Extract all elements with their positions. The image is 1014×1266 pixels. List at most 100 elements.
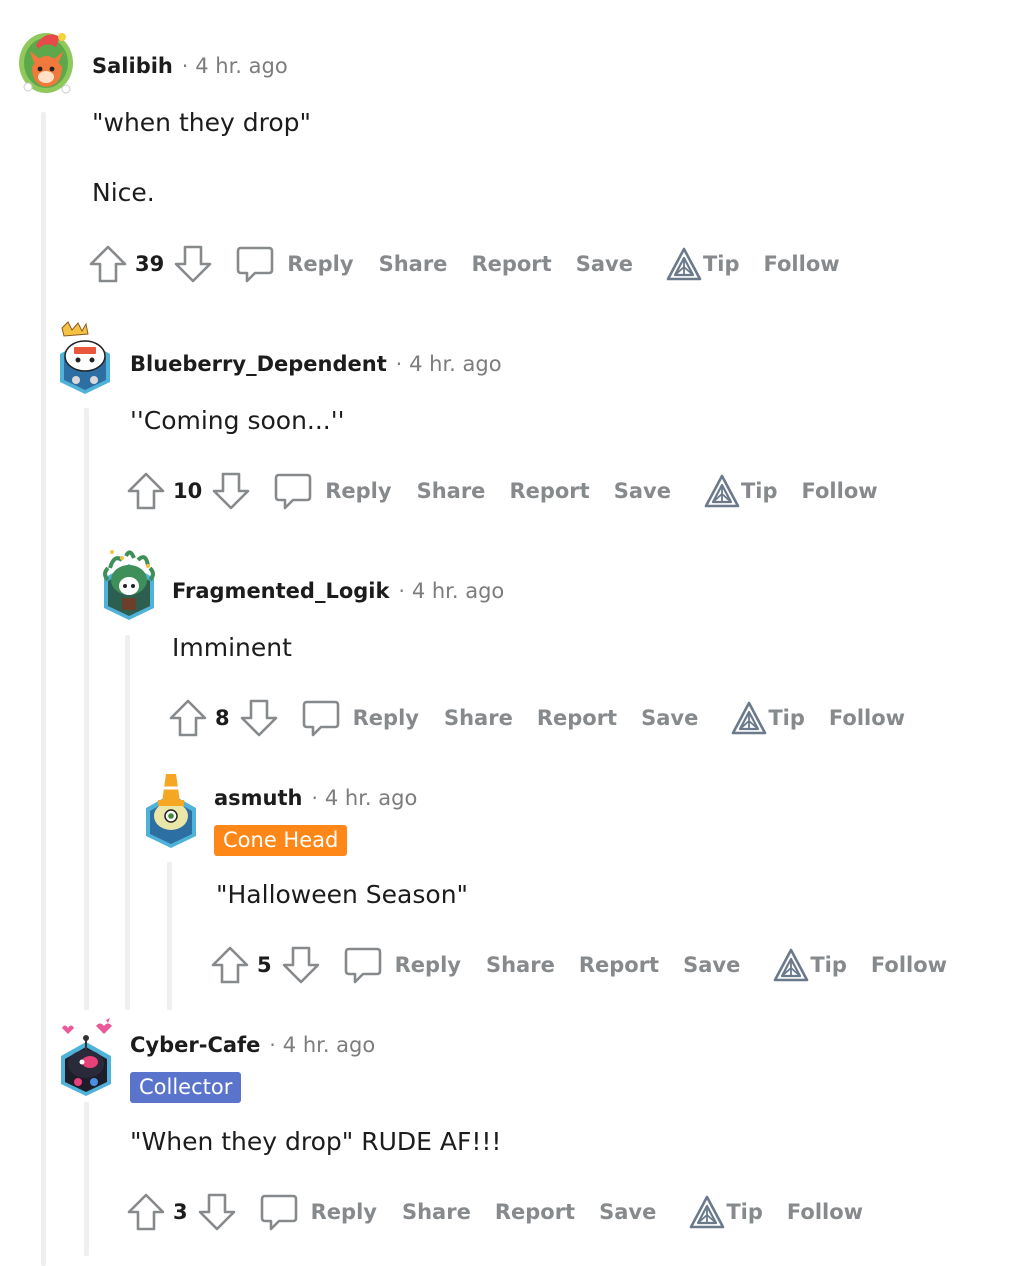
- username[interactable]: Salibih: [92, 54, 173, 78]
- follow-button[interactable]: Follow: [871, 953, 947, 977]
- username[interactable]: Cyber-Cafe: [130, 1033, 260, 1057]
- vote-score: 3: [173, 1200, 188, 1224]
- downvote-button[interactable]: [211, 471, 251, 511]
- thread-line-asmuth[interactable]: [167, 862, 172, 1010]
- reply-button[interactable]: Reply: [235, 244, 354, 284]
- comment-meta: Salibih · 4 hr. ago: [92, 54, 288, 78]
- username[interactable]: Fragmented_Logik: [172, 579, 389, 603]
- tip-button[interactable]: Tip: [703, 473, 778, 509]
- share-button[interactable]: Share: [486, 953, 555, 977]
- follow-button[interactable]: Follow: [787, 1200, 863, 1224]
- tip-button[interactable]: Tip: [665, 246, 740, 282]
- downvote-button[interactable]: [239, 698, 279, 738]
- timestamp[interactable]: 4 hr. ago: [325, 786, 417, 810]
- avatar[interactable]: [56, 1018, 116, 1096]
- reply-label: Reply: [352, 706, 419, 730]
- downvote-button[interactable]: [197, 1192, 237, 1232]
- upvote-button[interactable]: [126, 471, 166, 511]
- action-bar: 5 Reply Share Report Save Tip Follow: [210, 945, 947, 985]
- downvote-button[interactable]: [281, 945, 321, 985]
- thread-line-blueberry[interactable]: [84, 408, 89, 1010]
- comment-meta: Fragmented_Logik · 4 hr. ago: [172, 579, 504, 603]
- comment-body-line: "when they drop": [92, 108, 311, 137]
- thread-line-cyber-cafe[interactable]: [84, 1102, 89, 1256]
- save-button[interactable]: Save: [614, 479, 671, 503]
- username[interactable]: asmuth: [214, 786, 303, 810]
- save-button[interactable]: Save: [599, 1200, 656, 1224]
- upvote-button[interactable]: [88, 244, 128, 284]
- vote-score: 10: [173, 479, 203, 503]
- user-flair: Collector: [130, 1072, 242, 1103]
- triangle-tip-icon: [774, 948, 809, 982]
- meta-separator: ·: [311, 786, 318, 810]
- arrow-up-outline-icon: [127, 1193, 165, 1231]
- comment-body-line: ''Coming soon...'': [130, 406, 345, 435]
- thread-line-fragmented[interactable]: [125, 635, 130, 1010]
- follow-button[interactable]: Follow: [764, 252, 840, 276]
- timestamp[interactable]: 4 hr. ago: [409, 352, 501, 376]
- follow-button[interactable]: Follow: [802, 479, 878, 503]
- report-button[interactable]: Report: [537, 706, 617, 730]
- comment-body-line: "Halloween Season": [216, 880, 469, 909]
- downvote-button[interactable]: [173, 244, 213, 284]
- share-button[interactable]: Share: [402, 1200, 471, 1224]
- upvote-button[interactable]: [210, 945, 250, 985]
- save-button[interactable]: Save: [641, 706, 698, 730]
- reply-label: Reply: [310, 1200, 377, 1224]
- save-label: Save: [683, 953, 741, 977]
- action-bar: 3 Reply Share Report Save Tip Follow: [126, 1192, 863, 1232]
- report-button[interactable]: Report: [495, 1200, 575, 1224]
- avatar[interactable]: [56, 320, 114, 394]
- username[interactable]: Blueberry_Dependent: [130, 352, 387, 376]
- follow-label: Follow: [763, 252, 840, 276]
- share-label: Share: [401, 1200, 471, 1224]
- tip-button[interactable]: Tip: [772, 947, 847, 983]
- save-button[interactable]: Save: [576, 252, 633, 276]
- arrow-down-outline-icon: [174, 245, 212, 283]
- report-button[interactable]: Report: [579, 953, 659, 977]
- follow-label: Follow: [870, 953, 948, 977]
- follow-label: Follow: [801, 479, 878, 503]
- action-bar: 39 Reply Share Report Save Tip Follow: [88, 244, 840, 284]
- tip-button[interactable]: Tip: [688, 1194, 763, 1230]
- timestamp[interactable]: 4 hr. ago: [283, 1033, 375, 1057]
- vote-score: 5: [257, 953, 272, 977]
- report-button[interactable]: Report: [471, 252, 551, 276]
- reply-label: Reply: [287, 252, 354, 276]
- reply-label: Reply: [394, 953, 461, 977]
- follow-button[interactable]: Follow: [829, 706, 905, 730]
- speech-bubble-icon: [302, 700, 339, 737]
- reply-button[interactable]: Reply: [259, 1192, 377, 1232]
- triangle-tip-icon: [704, 474, 740, 508]
- save-button[interactable]: Save: [683, 953, 740, 977]
- reply-button[interactable]: Reply: [273, 471, 392, 511]
- share-label: Share: [485, 953, 555, 977]
- avatar[interactable]: [142, 772, 200, 848]
- upvote-button[interactable]: [126, 1192, 166, 1232]
- avatar[interactable]: [16, 23, 78, 95]
- timestamp[interactable]: 4 hr. ago: [195, 54, 287, 78]
- thread-line-salibih[interactable]: [41, 112, 46, 1266]
- report-button[interactable]: Report: [509, 479, 589, 503]
- share-button[interactable]: Share: [379, 252, 448, 276]
- upvote-button[interactable]: [168, 698, 208, 738]
- follow-label: Follow: [786, 1200, 864, 1224]
- timestamp[interactable]: 4 hr. ago: [412, 579, 504, 603]
- share-button[interactable]: Share: [444, 706, 513, 730]
- arrow-down-outline-icon: [240, 699, 277, 737]
- share-button[interactable]: Share: [417, 479, 486, 503]
- avatar[interactable]: [100, 546, 158, 620]
- speech-bubble-icon: [344, 947, 381, 984]
- action-bar: 10 Reply Share Report Save Tip Follow: [126, 471, 878, 511]
- tip-button[interactable]: Tip: [730, 700, 805, 736]
- reply-button[interactable]: Reply: [301, 698, 419, 738]
- speech-bubble-icon: [274, 473, 312, 510]
- reply-button[interactable]: Reply: [343, 945, 461, 985]
- avatar-fox-icon: [19, 33, 73, 94]
- vote-score: 8: [215, 706, 230, 730]
- report-label: Report: [536, 706, 618, 730]
- tip-label: Tip: [768, 706, 805, 730]
- meta-separator: ·: [398, 579, 405, 603]
- reply-label: Reply: [325, 479, 392, 503]
- arrow-up-outline-icon: [127, 472, 165, 510]
